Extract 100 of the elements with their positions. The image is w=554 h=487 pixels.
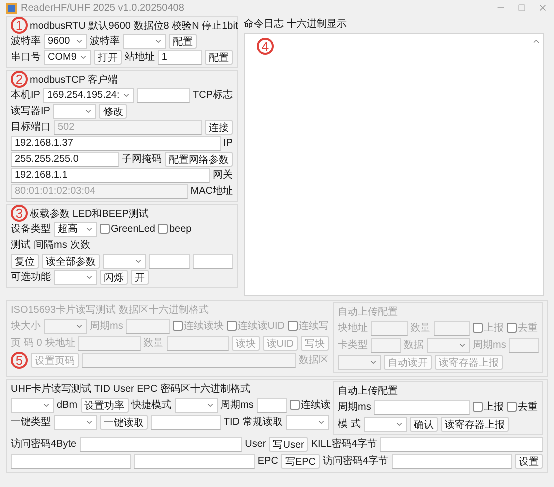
field-label: 周期ms <box>220 398 254 412</box>
dropdown[interactable] <box>364 416 407 432</box>
group-title: ISO15693卡片读写测试 数据区十六进制格式 <box>11 304 209 316</box>
input-field[interactable] <box>151 414 221 430</box>
input-field[interactable] <box>80 436 242 452</box>
group-title: modbusRTU 默认9600 数据位8 校验N 停止1bit <box>30 20 238 32</box>
button[interactable]: 一键读取 <box>100 414 148 430</box>
field-label: KILL密码4字节 <box>311 438 378 451</box>
field-label: 可选功能 <box>11 270 51 284</box>
button[interactable]: 配置 <box>205 50 233 64</box>
field-label: dBm <box>57 400 78 410</box>
field-label: TID <box>224 416 240 428</box>
input-field[interactable]: 192.168.1.37 <box>11 136 221 150</box>
checkbox[interactable]: GreenLed <box>100 224 156 234</box>
dropdown[interactable] <box>54 414 97 430</box>
checkbox[interactable]: 上报 <box>473 400 504 414</box>
input-field[interactable] <box>134 454 255 468</box>
button[interactable]: 打开 <box>94 50 122 64</box>
input-field[interactable] <box>374 400 470 414</box>
field-label: 块大小 <box>11 320 41 333</box>
button[interactable]: 读寄存器上报 <box>440 416 509 432</box>
field-label: 波特率 <box>90 34 120 48</box>
button[interactable]: 闪烁 <box>100 270 128 284</box>
dropdown[interactable] <box>53 104 96 118</box>
field-label: 块地址 <box>45 336 76 350</box>
dropdown[interactable]: 超高 <box>54 222 97 236</box>
field-label: 数据区 <box>299 354 329 367</box>
annotation-marker: 2 <box>11 71 28 88</box>
dropdown[interactable]: COM9 <box>44 50 91 64</box>
dropdown[interactable] <box>11 398 54 412</box>
close-icon[interactable] <box>538 3 548 13</box>
dropdown[interactable]: 169.254.195.24: <box>43 88 134 102</box>
field-label: EPC <box>258 456 278 466</box>
group-title: 自动上传配置 <box>338 384 398 398</box>
field-label: 设备类型 <box>11 222 51 236</box>
field-label: 读写器IP <box>11 104 50 118</box>
input-field[interactable]: 255.255.255.0 <box>11 152 119 166</box>
field-label: 周期ms <box>338 400 372 414</box>
input-field[interactable]: 1 <box>158 50 202 64</box>
group-title: UHF卡片读写测试 TID User EPC 密码区十六进制格式 <box>11 382 250 396</box>
input-field[interactable] <box>380 436 543 452</box>
field-label: TCP标志 <box>193 88 233 102</box>
field-label: 周期ms <box>473 338 506 352</box>
field-label: 0 <box>36 338 42 348</box>
dropdown[interactable] <box>174 398 218 412</box>
field-label: MAC地址 <box>190 184 233 198</box>
field-label: 块地址 <box>338 322 368 335</box>
group-title: modbusTCP 客户端 <box>30 74 118 86</box>
button[interactable]: 读全部参数 <box>42 254 100 268</box>
dropdown[interactable] <box>123 34 166 48</box>
checkbox[interactable]: 去重 <box>507 400 538 414</box>
log-textarea[interactable]: 4 <box>244 33 544 296</box>
field-label: 访问密码4字节 <box>323 454 389 468</box>
input-field[interactable] <box>256 398 287 412</box>
window-title: ReaderHF/UHF 2025 v1.0.20250408 <box>21 2 186 14</box>
field-label: User <box>245 438 266 450</box>
app-icon <box>6 2 17 14</box>
annotation-marker: 5 <box>11 352 28 368</box>
dropdown[interactable] <box>286 414 329 430</box>
annotation-marker: 4 <box>257 38 274 55</box>
field-label: 波特率 <box>11 34 41 48</box>
input-field[interactable] <box>11 454 132 468</box>
button[interactable]: 配置 <box>169 34 197 48</box>
button[interactable]: 连接 <box>205 120 233 134</box>
group-title: 板载参数 LED和BEEP测试 <box>30 208 149 220</box>
field-label: 页 码 <box>11 337 34 350</box>
button[interactable]: 确认 <box>410 416 438 432</box>
field-label: 数量 <box>144 337 164 350</box>
button[interactable]: 配置网络参数 <box>165 152 233 166</box>
dropdown[interactable] <box>103 254 146 268</box>
button[interactable]: 复位 <box>11 254 39 268</box>
input-field[interactable] <box>192 254 233 268</box>
dropdown[interactable] <box>54 270 97 284</box>
button[interactable]: 修改 <box>99 104 128 118</box>
input-field[interactable]: 192.168.1.1 <box>11 168 210 182</box>
checkbox[interactable]: 连续读 <box>290 398 331 412</box>
field-label: 常规读取 <box>243 416 283 429</box>
checkbox[interactable]: beep <box>158 224 192 234</box>
field-label: IP <box>224 138 233 148</box>
log-title: 命令日志 十六进制显示 <box>244 18 347 30</box>
input-field[interactable] <box>149 254 190 268</box>
dropdown[interactable]: 9600 <box>44 34 87 48</box>
field-label: 次数 <box>70 239 90 252</box>
annotation-marker: 3 <box>11 205 28 222</box>
field-label: 串口号 <box>11 50 41 64</box>
field-label: 模 式 <box>338 418 361 431</box>
button[interactable]: 写EPC <box>281 454 320 468</box>
button[interactable]: 写User <box>269 436 308 452</box>
field-label: 间隔ms <box>34 239 68 252</box>
button[interactable]: 设置 <box>515 454 543 468</box>
input-field[interactable] <box>136 88 190 102</box>
annotation-marker: 1 <box>11 17 28 34</box>
field-label: 网关 <box>213 168 233 182</box>
button[interactable]: 开 <box>131 270 149 284</box>
field-label: 访问密码4Byte <box>11 438 77 451</box>
scroll-up-icon[interactable] <box>532 37 540 46</box>
button[interactable]: 设置功率 <box>80 398 129 412</box>
field-label: 卡类型 <box>338 338 368 352</box>
input-field[interactable] <box>392 454 512 468</box>
maximize-icon[interactable] <box>518 4 526 12</box>
